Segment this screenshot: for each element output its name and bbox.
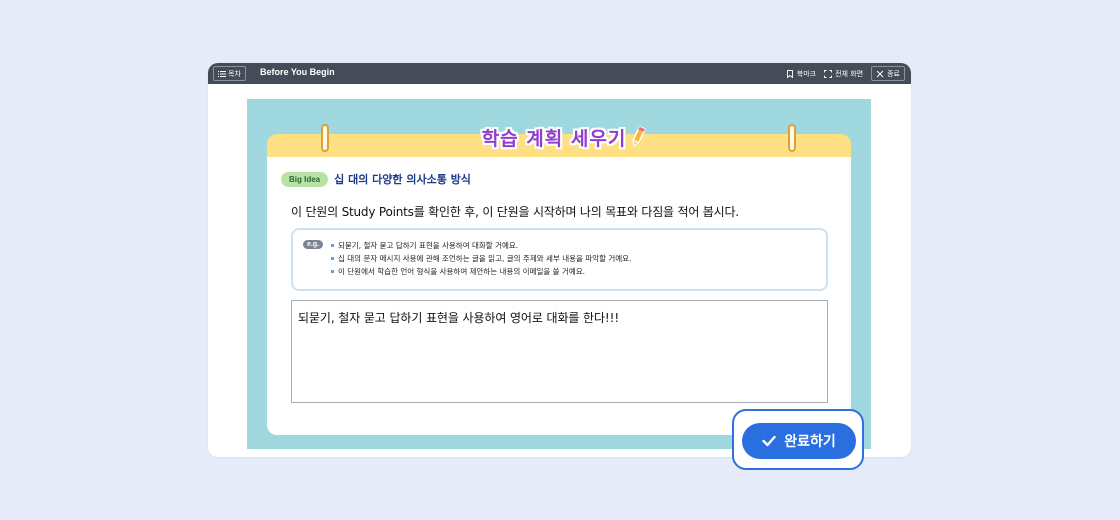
done-label: 완료하기 — [784, 433, 836, 449]
list-icon — [218, 70, 226, 77]
pencil-icon — [632, 126, 647, 147]
bookmark-label: 북마크 — [796, 69, 817, 78]
example-list: 되묻기, 철자 묻고 답하기 표현을 사용하여 대화할 거예요. 십 대의 문자… — [331, 239, 631, 278]
plan-heading: 학습 계획 세우기 — [469, 119, 659, 155]
bookmark-icon — [786, 69, 793, 78]
fullscreen-button[interactable]: 전체 화면 — [824, 69, 863, 79]
page-title: Before You Begin — [260, 67, 335, 77]
check-icon — [762, 435, 776, 447]
toc-label: 목차 — [228, 69, 241, 78]
close-label: 종료 — [887, 69, 900, 78]
big-idea: Big Idea 십 대의 다양한 의사소통 방식 — [281, 171, 471, 187]
example-box: e.g. 되묻기, 철자 묻고 답하기 표현을 사용하여 대화할 거예요. 십 … — [291, 228, 828, 291]
toc-button[interactable]: 목차 — [213, 66, 246, 81]
example-badge: e.g. — [303, 240, 324, 249]
close-button[interactable]: 종료 — [871, 66, 905, 81]
done-button[interactable]: 완료하기 — [742, 423, 856, 459]
example-item: 십 대의 문자 메시지 사용에 관해 조언하는 글을 읽고, 글의 주제와 세부… — [331, 252, 631, 265]
binder-ring-left — [321, 124, 329, 152]
goal-textarea[interactable]: 되묻기, 철자 묻고 답하기 표현을 사용하여 영어로 대화를 한다!!! — [291, 300, 828, 403]
plan-card: Big Idea 십 대의 다양한 의사소통 방식 이 단원의 Study Po… — [267, 157, 851, 435]
big-idea-text: 십 대의 다양한 의사소통 방식 — [334, 173, 471, 186]
example-item: 이 단원에서 학습한 언어 형식을 사용하여 제안하는 내용의 이메일을 쓸 거… — [331, 265, 631, 278]
big-idea-badge: Big Idea — [281, 171, 329, 187]
fullscreen-icon — [824, 69, 833, 78]
close-icon — [876, 70, 884, 77]
fullscreen-label: 전체 화면 — [835, 69, 864, 78]
bullet-icon — [331, 270, 334, 273]
done-button-highlight: 완료하기 — [732, 409, 864, 470]
plan-title: 학습 계획 세우기 — [481, 127, 627, 150]
content-window: 목차 Before You Begin 북마크 전체 화면 종료 학습 계획 세… — [208, 63, 911, 457]
titlebar: 목차 Before You Begin 북마크 전체 화면 종료 — [208, 63, 911, 84]
bullet-icon — [331, 257, 334, 260]
bullet-icon — [331, 244, 334, 247]
instruction-text: 이 단원의 Study Points를 확인한 후, 이 단원을 시작하며 나의… — [291, 205, 739, 219]
teal-panel: 학습 계획 세우기 Big Idea 십 대의 다양한 의사소통 방식 이 단원… — [247, 99, 871, 449]
bookmark-button[interactable]: 북마크 — [786, 69, 816, 79]
example-item: 되묻기, 철자 묻고 답하기 표현을 사용하여 대화할 거예요. — [331, 239, 631, 252]
binder-ring-right — [788, 124, 796, 152]
